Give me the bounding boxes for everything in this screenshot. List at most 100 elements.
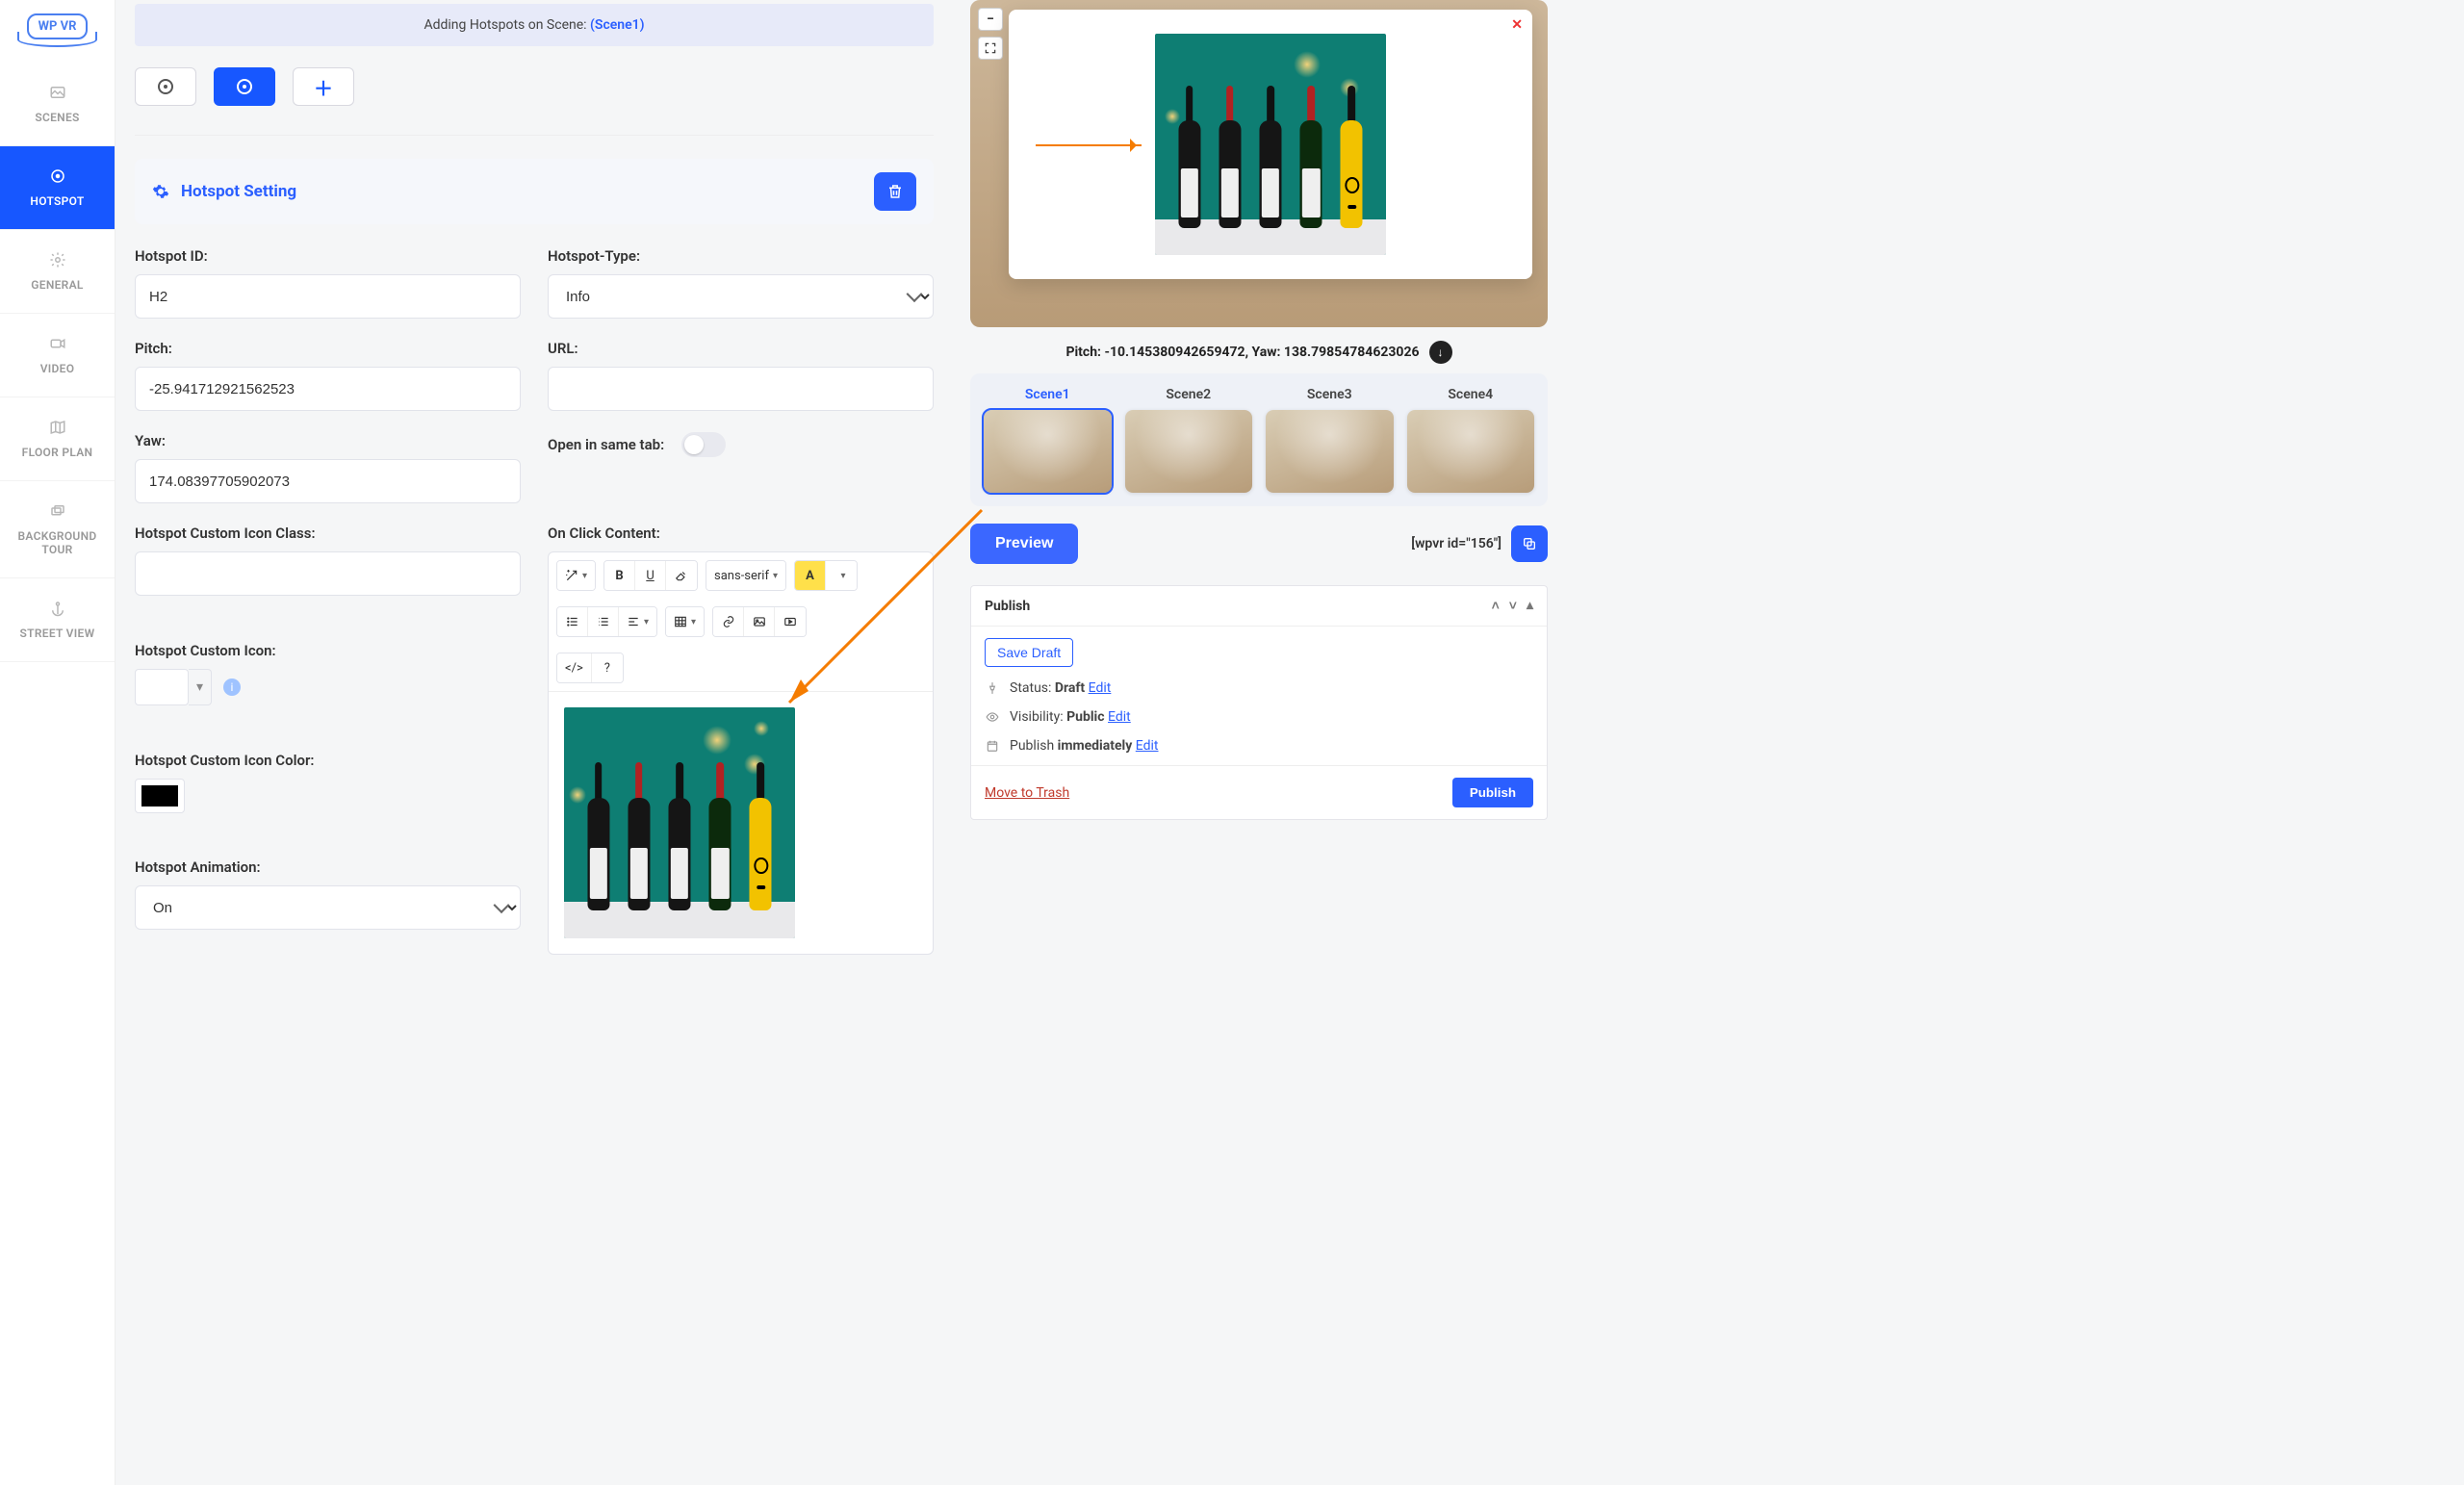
link-icon	[722, 615, 735, 628]
download-coords-button[interactable]: ↓	[1429, 341, 1452, 364]
fullscreen-icon	[984, 41, 997, 55]
nav-label: VIDEO	[40, 362, 75, 375]
rich-text-editor: B U sans-serif A	[548, 551, 934, 955]
nav-street-view[interactable]: STREET VIEW	[0, 578, 115, 662]
hotspot-tabs: ＋	[135, 67, 934, 106]
scene-link[interactable]: (Scene1)	[590, 17, 645, 33]
scene-card-3[interactable]: Scene3	[1266, 387, 1394, 493]
scene-thumb	[984, 410, 1112, 493]
publish-button[interactable]: Publish	[1452, 778, 1533, 807]
nav-general[interactable]: GENERAL	[0, 230, 115, 314]
rte-ol-button[interactable]	[588, 607, 619, 636]
visibility-row: Visibility: Public Edit	[985, 709, 1533, 725]
field-pitch: Pitch:	[135, 340, 521, 411]
hotspot-id-input[interactable]	[135, 274, 521, 319]
save-draft-button[interactable]: Save Draft	[985, 638, 1073, 667]
rte-video-button[interactable]	[775, 607, 806, 636]
nav-hotspot[interactable]: HOTSPOT	[0, 146, 115, 230]
field-on-click: On Click Content: B U	[548, 525, 934, 955]
rte-table-button[interactable]	[666, 607, 704, 636]
panel-header: Hotspot Setting	[135, 159, 934, 224]
delete-hotspot-button[interactable]	[874, 172, 916, 211]
url-input[interactable]	[548, 367, 934, 411]
rte-eraser-button[interactable]	[666, 561, 697, 590]
field-icon-color: Hotspot Custom Icon Color:	[135, 752, 521, 838]
field-animation: Hotspot Animation: On	[135, 858, 521, 955]
scene-thumb	[1266, 410, 1394, 493]
nav-label: FLOOR PLAN	[22, 446, 93, 459]
icon-class-input[interactable]	[135, 551, 521, 596]
yaw-input[interactable]	[135, 459, 521, 503]
icon-dropdown[interactable]: ▾	[189, 669, 212, 705]
rte-align-button[interactable]	[619, 607, 656, 636]
rte-image-button[interactable]	[744, 607, 775, 636]
rte-underline-button[interactable]: U	[635, 561, 666, 590]
rte-highlight-button[interactable]: A	[795, 561, 826, 590]
field-url: URL:	[548, 340, 934, 411]
align-icon	[627, 615, 640, 628]
nav-label: HOTSPOT	[30, 194, 84, 208]
rte-help-button[interactable]: ?	[592, 653, 623, 682]
move-to-trash-link[interactable]: Move to Trash	[985, 785, 1069, 801]
nav-label: GENERAL	[31, 278, 83, 292]
rte-code-button[interactable]: </>	[557, 653, 592, 682]
rte-content[interactable]	[549, 692, 933, 954]
same-tab-toggle[interactable]	[681, 432, 726, 457]
vr-preview[interactable]: − ✕	[970, 0, 1548, 327]
scene-card-4[interactable]: Scene4	[1407, 387, 1535, 493]
panel-title: Hotspot Setting	[181, 182, 296, 201]
nav-scenes[interactable]: SCENES	[0, 63, 115, 146]
sidebar: WP VR SCENES HOTSPOT GENERAL VIDEO FLOOR…	[0, 0, 116, 1485]
edit-schedule-link[interactable]: Edit	[1136, 738, 1159, 754]
anchor-icon	[49, 600, 66, 617]
panel-up-button[interactable]: ˄	[1492, 598, 1500, 614]
add-hotspot-button[interactable]: ＋	[293, 67, 354, 106]
rte-link-button[interactable]	[713, 607, 744, 636]
panel-down-button[interactable]: ˅	[1509, 598, 1517, 614]
image-icon	[49, 84, 66, 101]
edit-status-link[interactable]: Edit	[1089, 680, 1112, 696]
scene-card-2[interactable]: Scene2	[1125, 387, 1253, 493]
edit-visibility-link[interactable]: Edit	[1108, 709, 1131, 725]
fullscreen-button[interactable]	[978, 37, 1003, 60]
rte-bold-button[interactable]: B	[604, 561, 635, 590]
map-icon	[49, 419, 66, 436]
hotspot-tab-1[interactable]	[135, 67, 196, 106]
hotspot-type-select[interactable]: Info	[548, 274, 934, 319]
scene-strip: Scene1 Scene2 Scene3 Scene4	[970, 373, 1548, 506]
rte-highlight-dropdown[interactable]	[826, 561, 857, 590]
copy-shortcode-button[interactable]	[1511, 525, 1548, 562]
film-icon	[783, 615, 797, 628]
pitch-input[interactable]	[135, 367, 521, 411]
field-hotspot-type: Hotspot-Type: Info	[548, 247, 934, 319]
copy-icon	[1522, 536, 1537, 551]
scene-thumb	[1407, 410, 1535, 493]
preview-button[interactable]: Preview	[970, 524, 1078, 564]
gear-icon	[49, 251, 66, 269]
animation-select[interactable]: On	[135, 885, 521, 930]
field-yaw: Yaw:	[135, 432, 521, 503]
panel-toggle-button[interactable]: ▴	[1527, 598, 1533, 614]
nav-label: BACKGROUND TOUR	[17, 529, 96, 556]
status-row: Status: Draft Edit	[985, 680, 1533, 696]
nav-video[interactable]: VIDEO	[0, 314, 115, 397]
eye-icon	[985, 710, 1000, 724]
rte-font-select[interactable]: sans-serif	[706, 561, 785, 590]
color-swatch[interactable]	[135, 779, 185, 813]
field-same-tab: Open in same tab:	[548, 432, 934, 503]
info-icon[interactable]: i	[223, 678, 241, 696]
nav-floor-plan[interactable]: FLOOR PLAN	[0, 397, 115, 481]
editor-panel: Adding Hotspots on Scene: (Scene1) ＋ Hot…	[116, 0, 953, 1466]
scene-card-1[interactable]: Scene1	[984, 387, 1112, 493]
table-icon	[674, 615, 687, 628]
schedule-row: Publish immediately Edit	[985, 738, 1533, 754]
close-icon[interactable]: ✕	[1511, 17, 1523, 33]
rte-magic-button[interactable]	[557, 561, 595, 590]
rte-ul-button[interactable]	[557, 607, 588, 636]
nav-background-tour[interactable]: BACKGROUND TOUR	[0, 481, 115, 578]
layers-icon	[49, 502, 66, 520]
gear-icon	[152, 183, 169, 200]
hotspot-tab-2[interactable]	[214, 67, 275, 106]
field-custom-icon: Hotspot Custom Icon: ▾ i	[135, 642, 521, 730]
zoom-out-button[interactable]: −	[978, 8, 1003, 31]
